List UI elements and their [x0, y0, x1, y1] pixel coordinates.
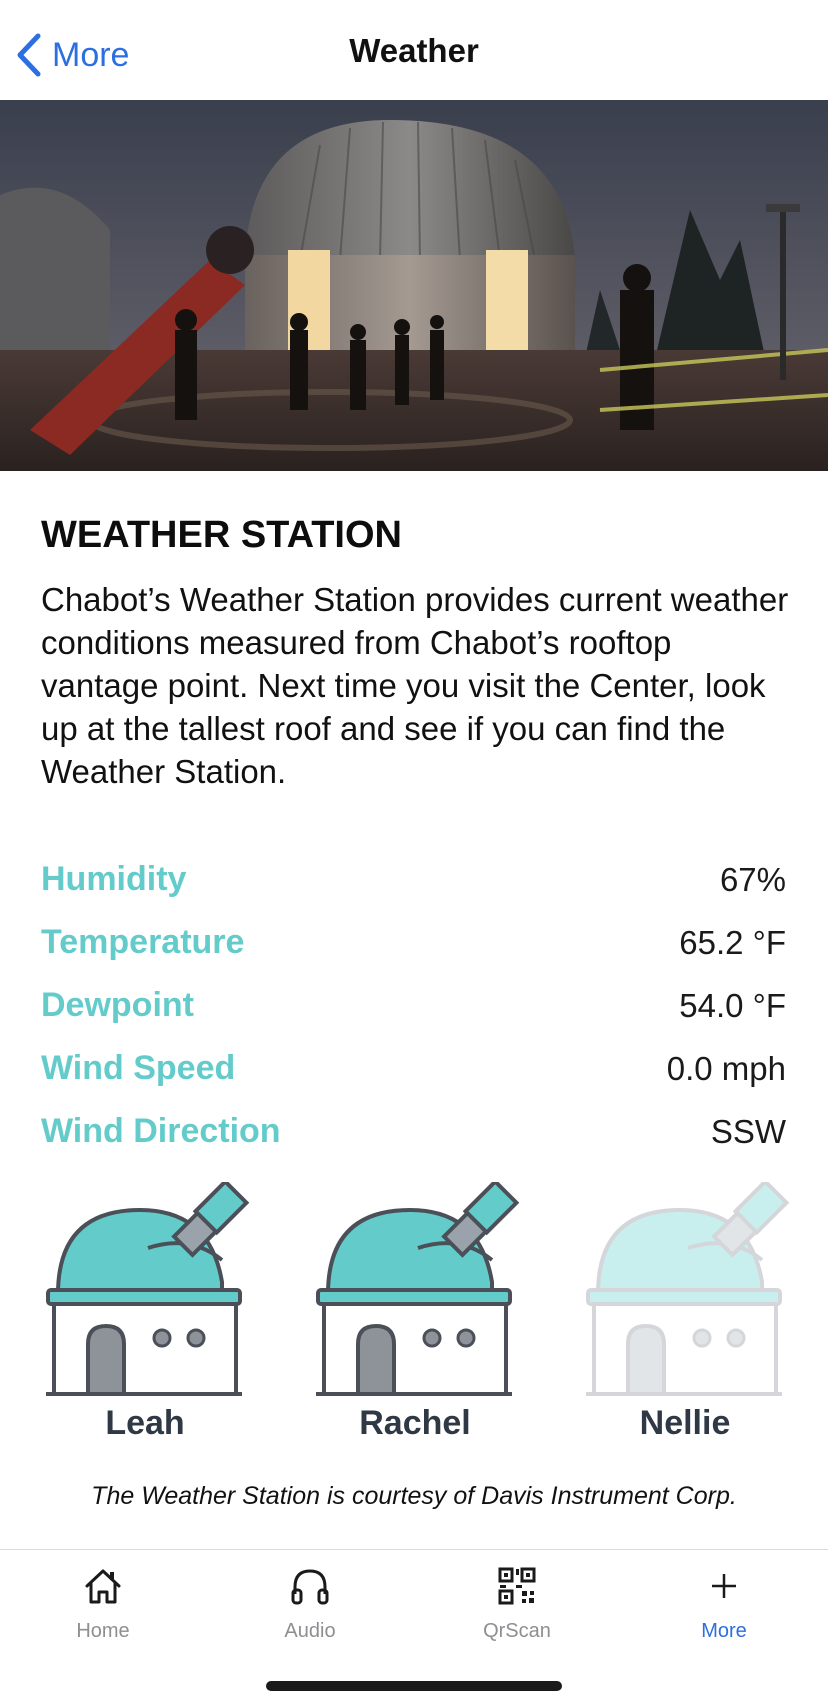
- tab-label: Home: [76, 1620, 130, 1642]
- reading-label: Temperature: [41, 923, 245, 961]
- reading-value: 67%: [719, 860, 786, 898]
- observatory-name: Rachel: [359, 1404, 471, 1442]
- home-indicator: [266, 1681, 562, 1691]
- tab-more[interactable]: More: [654, 1564, 794, 1643]
- tab-audio[interactable]: Audio: [240, 1564, 380, 1643]
- reading-value: SSW: [710, 1112, 786, 1150]
- observatory-icon: [586, 1182, 790, 1396]
- section-heading: WEATHER STATION: [41, 514, 402, 556]
- reading-label: Wind Speed: [41, 1049, 236, 1087]
- qr-code-icon: [498, 1567, 536, 1605]
- observatory-photo: [0, 100, 828, 471]
- observatory-icon: [46, 1182, 250, 1396]
- tab-label: QrScan: [483, 1620, 551, 1642]
- reading-row-wind-direction: Wind Direction SSW: [41, 1100, 786, 1163]
- reading-value: 65.2 °F: [679, 923, 786, 961]
- observatory-icon: [316, 1182, 520, 1396]
- tab-label: More: [701, 1620, 747, 1642]
- headphones-icon: [291, 1569, 329, 1605]
- observatory-leah[interactable]: Leah: [40, 1182, 250, 1443]
- courtesy-note: The Weather Station is courtesy of Davis…: [91, 1482, 737, 1510]
- observatory-list: Leah Rachel Nellie: [0, 1182, 828, 1442]
- reading-row-dewpoint: Dewpoint 54.0 °F: [41, 974, 786, 1037]
- tab-label: Audio: [284, 1620, 336, 1642]
- reading-label: Humidity: [41, 860, 187, 898]
- reading-value: 0.0 mph: [666, 1049, 786, 1087]
- reading-label: Dewpoint: [41, 986, 194, 1024]
- page-title: Weather: [349, 32, 479, 69]
- observatory-name: Nellie: [639, 1404, 731, 1442]
- observatory-rachel[interactable]: Rachel: [310, 1182, 520, 1443]
- home-icon: [85, 1569, 121, 1604]
- observatory-nellie[interactable]: Nellie: [580, 1182, 790, 1443]
- tab-home[interactable]: Home: [33, 1564, 173, 1643]
- tab-qrscan[interactable]: QrScan: [447, 1564, 587, 1643]
- reading-row-temperature: Temperature 65.2 °F: [41, 911, 786, 974]
- navigation-bar: More Weather: [0, 0, 828, 100]
- plus-icon: [712, 1574, 736, 1598]
- section-description: Chabot’s Weather Station provides curren…: [41, 581, 789, 790]
- weather-readings: Humidity 67% Temperature 65.2 °F Dewpoin…: [41, 848, 786, 1163]
- reading-value: 54.0 °F: [679, 986, 786, 1024]
- observatory-name: Leah: [105, 1404, 185, 1442]
- reading-row-wind-speed: Wind Speed 0.0 mph: [41, 1037, 786, 1100]
- reading-row-humidity: Humidity 67%: [41, 848, 786, 911]
- reading-label: Wind Direction: [41, 1112, 281, 1150]
